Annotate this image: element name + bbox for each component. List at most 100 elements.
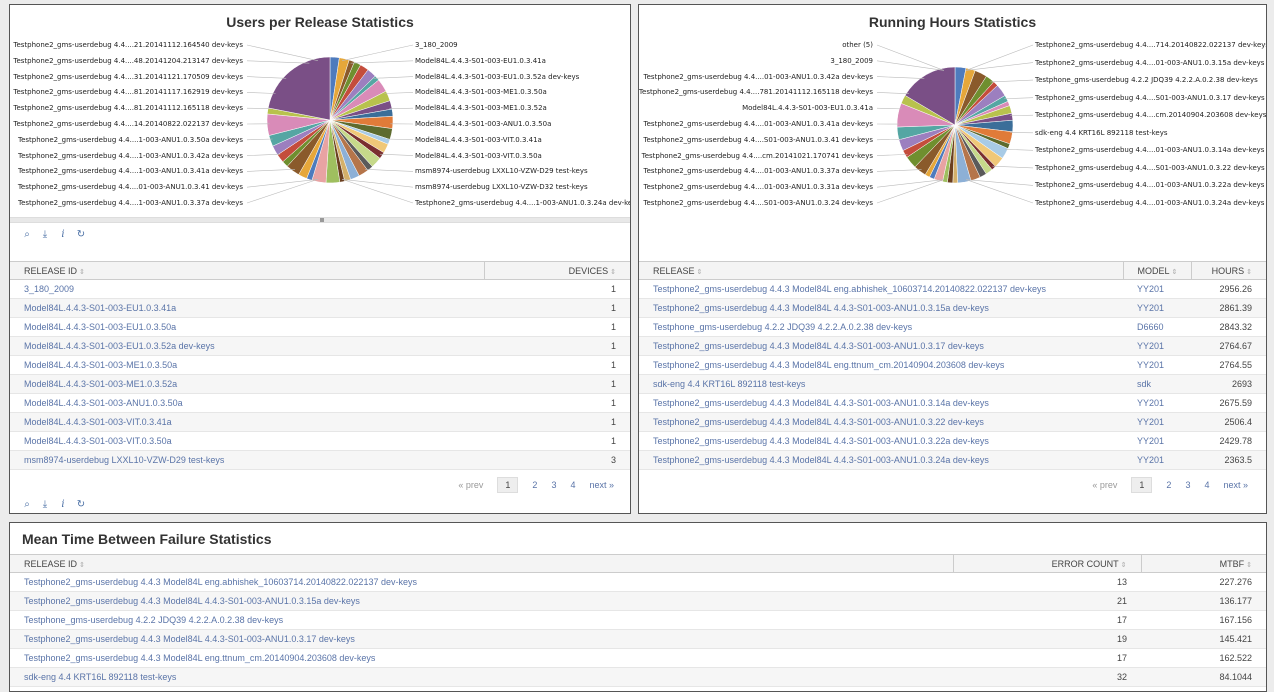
table-row[interactable]: Model84L.4.4.3-S01-003-VIT.0.3.41a1 [10,413,630,432]
table-row[interactable]: Testphone2_gms-userdebug 4.4.3 Model84L … [639,413,1266,432]
table-row[interactable]: Model84L.4.4.3-S01-003-ANU1.0.3.50a1 [10,394,630,413]
prev-page-link[interactable]: « prev [458,480,483,490]
table-row[interactable]: Model84L.4.4.3-S01-003-EU1.0.3.52a dev-k… [10,337,630,356]
value-cell: 2363.5 [1192,451,1266,470]
release-link[interactable]: sdk-eng 4.4 KRT16L 892118 test-keys [639,375,1123,394]
table-row[interactable]: msm8974-userdebug LXXL10-VZW-D29 test-ke… [10,451,630,470]
release-link[interactable]: Model84L.4.4.3-S01-003-EU1.0.3.50a [10,318,484,337]
table-row[interactable]: Testphone2_gms-userdebug 4.4.3 Model84L … [10,649,1266,668]
table-row[interactable]: Testphone_gms-userdebug 4.2.2 JDQ39 4.2.… [10,611,1266,630]
value-cell: 1 [484,280,630,299]
page-3-link[interactable]: 3 [551,480,556,490]
page-2-link[interactable]: 2 [1166,480,1171,490]
pie-leader-line [351,61,413,63]
table-row[interactable]: Testphone2_gms-userdebug 4.4.3 Model84L … [639,280,1266,299]
release-link[interactable]: Testphone2_gms-userdebug 4.4.3 Model84L … [639,299,1123,318]
table-row[interactable]: Testphone2_gms-userdebug 4.4.3 Model84L … [10,630,1266,649]
column-header-mtbf[interactable]: MTBF⇕ [1141,555,1266,573]
info-icon[interactable]: i [58,499,68,510]
refresh-icon[interactable]: ↻ [76,229,86,240]
table-row[interactable]: Testphone2_gms-userdebug 4.4.3 Model84L … [639,337,1266,356]
value-cell: 32 [953,668,1141,687]
release-link[interactable]: Model84L.4.4.3-S01-003-ME1.0.3.50a [10,356,484,375]
table-row[interactable]: 3_180_20091 [10,280,630,299]
release-link[interactable]: Testphone2_gms-userdebug 4.4.3 Model84L … [639,451,1123,470]
table-row[interactable]: Model84L.4.4.3-S01-003-VIT.0.3.50a1 [10,432,630,451]
release-link[interactable]: Model84L.4.4.3-S01-003-VIT.0.3.50a [10,432,484,451]
release-link[interactable]: Testphone2_gms-userdebug 4.4.3 Model84L … [639,280,1123,299]
refresh-icon[interactable]: ↻ [76,499,86,510]
next-page-link[interactable]: next » [1223,480,1248,490]
table-row[interactable]: Testphone2_gms-userdebug 4.4.3 Model84L … [639,299,1266,318]
value-cell: 162.522 [1141,649,1266,668]
release-link[interactable]: Testphone2_gms-userdebug 4.4.3 Model84L … [10,630,953,649]
search-icon[interactable]: ⌕ [22,499,32,510]
pie-label: Testphone2_gms-userdebug 4.4....01-003-A… [1035,199,1264,207]
column-header-release[interactable]: RELEASE⇕ [639,262,1123,280]
release-link[interactable]: Model84L.4.4.3-S01-003-ANU1.0.3.50a [10,394,484,413]
table-row[interactable]: Testphone2_gms-userdebug 4.4.3 Model84L … [10,592,1266,611]
page-1-link[interactable]: 1 [1131,477,1152,493]
table-row[interactable]: Testphone2_gms-userdebug 4.4.3 Model84L … [639,394,1266,413]
page-1-link[interactable]: 1 [497,477,518,493]
next-page-link[interactable]: next » [589,480,614,490]
release-link[interactable]: Testphone_gms-userdebug 4.2.2 JDQ39 4.2.… [10,611,953,630]
release-link[interactable]: Testphone2_gms-userdebug 4.4.3 Model84L … [639,413,1123,432]
release-link[interactable]: Testphone2_gms-userdebug 4.4.3 Model84L … [10,573,953,592]
release-link[interactable]: Testphone2_gms-userdebug 4.4.3 Model84L … [639,337,1123,356]
page-2-link[interactable]: 2 [532,480,537,490]
chart-toolbar: ⌕ ⤓ i ↻ [22,229,86,240]
pie-label: Model84L.4.4.3-S01-003-EU1.0.3.52a dev-k… [415,73,579,81]
table-row[interactable]: Model84L.4.4.3-S01-003-EU1.0.3.50a1 [10,318,630,337]
search-icon[interactable]: ⌕ [22,229,32,240]
prev-page-link[interactable]: « prev [1092,480,1117,490]
table-row[interactable]: sdk-eng 4.4 KRT16L 892118 test-keys3284.… [10,668,1266,687]
table-row[interactable]: Model84L.4.4.3-S01-003-ME1.0.3.50a1 [10,356,630,375]
pie-label: Testphone2_gms-userdebug 4.4....S01-003-… [1035,164,1265,172]
table-row[interactable]: Testphone_gms-userdebug 4.2.2 JDQ39 4.2.… [639,318,1266,337]
info-icon[interactable]: i [58,229,68,240]
value-cell: 1 [484,356,630,375]
release-link[interactable]: Model84L.4.4.3-S01-003-EU1.0.3.52a dev-k… [10,337,484,356]
release-link[interactable]: 3_180_2009 [10,280,484,299]
pie-leader-line [342,45,413,61]
release-link[interactable]: Model84L.4.4.3-S01-003-VIT.0.3.41a [10,413,484,432]
users-per-release-pie-chart[interactable]: Testphone2_gms-userdebug 4.4....21.20141… [10,33,630,223]
release-link[interactable]: Model84L.4.4.3-S01-003-EU1.0.3.41a [10,299,484,318]
column-header-devices[interactable]: DEVICES⇕ [484,262,630,280]
running-hours-pie-chart[interactable]: other (5)3_180_2009Testphone2_gms-userde… [639,33,1266,223]
column-header-model[interactable]: MODEL⇕ [1123,262,1192,280]
table-row[interactable]: Model84L.4.4.3-S01-003-EU1.0.3.41a1 [10,299,630,318]
column-header-hours[interactable]: HOURS⇕ [1192,262,1266,280]
table-row[interactable]: Testphone2_gms-userdebug 4.4.3 Model84L … [639,432,1266,451]
release-link[interactable]: msm8974-userdebug LXXL10-VZW-D29 test-ke… [10,451,484,470]
table-row[interactable]: Testphone2_gms-userdebug 4.4.3 Model84L … [10,573,1266,592]
page-4-link[interactable]: 4 [1204,480,1209,490]
download-icon[interactable]: ⤓ [40,499,50,510]
release-link[interactable]: Testphone2_gms-userdebug 4.4.3 Model84L … [639,356,1123,375]
page-4-link[interactable]: 4 [570,480,575,490]
page-3-link[interactable]: 3 [1185,480,1190,490]
release-link[interactable]: Model84L.4.4.3-S01-003-ME1.0.3.52a [10,375,484,394]
table-row[interactable]: Testphone2_gms-userdebug 4.4.3 Model84L … [639,451,1266,470]
release-link[interactable]: Testphone2_gms-userdebug 4.4.3 Model84L … [10,592,953,611]
resize-handle[interactable] [10,217,630,223]
release-link[interactable]: Testphone_gms-userdebug 4.2.2 JDQ39 4.2.… [639,318,1123,337]
pie-label: Testphone2_gms-userdebug 4.4....1-003-AN… [18,152,243,160]
value-cell: 136.177 [1141,592,1266,611]
table-row[interactable]: Testphone2_gms-userdebug 4.4.3 Model84L … [639,356,1266,375]
column-header-release-id[interactable]: RELEASE ID⇕ [10,555,953,573]
release-link[interactable]: Testphone2_gms-userdebug 4.4.3 Model84L … [639,394,1123,413]
release-link[interactable]: Testphone2_gms-userdebug 4.4.3 Model84L … [639,432,1123,451]
users-per-release-panel: Users per Release Statistics Testphone2_… [9,4,631,514]
release-link[interactable]: Testphone2_gms-userdebug 4.4.3 Model84L … [10,649,953,668]
table-row[interactable]: sdk-eng 4.4 KRT16L 892118 test-keyssdk26… [639,375,1266,394]
value-cell: 2693 [1192,375,1266,394]
model-cell: YY201 [1123,413,1192,432]
download-icon[interactable]: ⤓ [40,229,50,240]
pie-label: Model84L.4.4.3-S01-003-EU1.0.3.41a [415,57,546,65]
column-header-release-id[interactable]: RELEASE ID⇕ [10,262,484,280]
release-link[interactable]: sdk-eng 4.4 KRT16L 892118 test-keys [10,668,953,687]
column-header-error-count[interactable]: ERROR COUNT⇕ [953,555,1141,573]
table-row[interactable]: Model84L.4.4.3-S01-003-ME1.0.3.52a1 [10,375,630,394]
